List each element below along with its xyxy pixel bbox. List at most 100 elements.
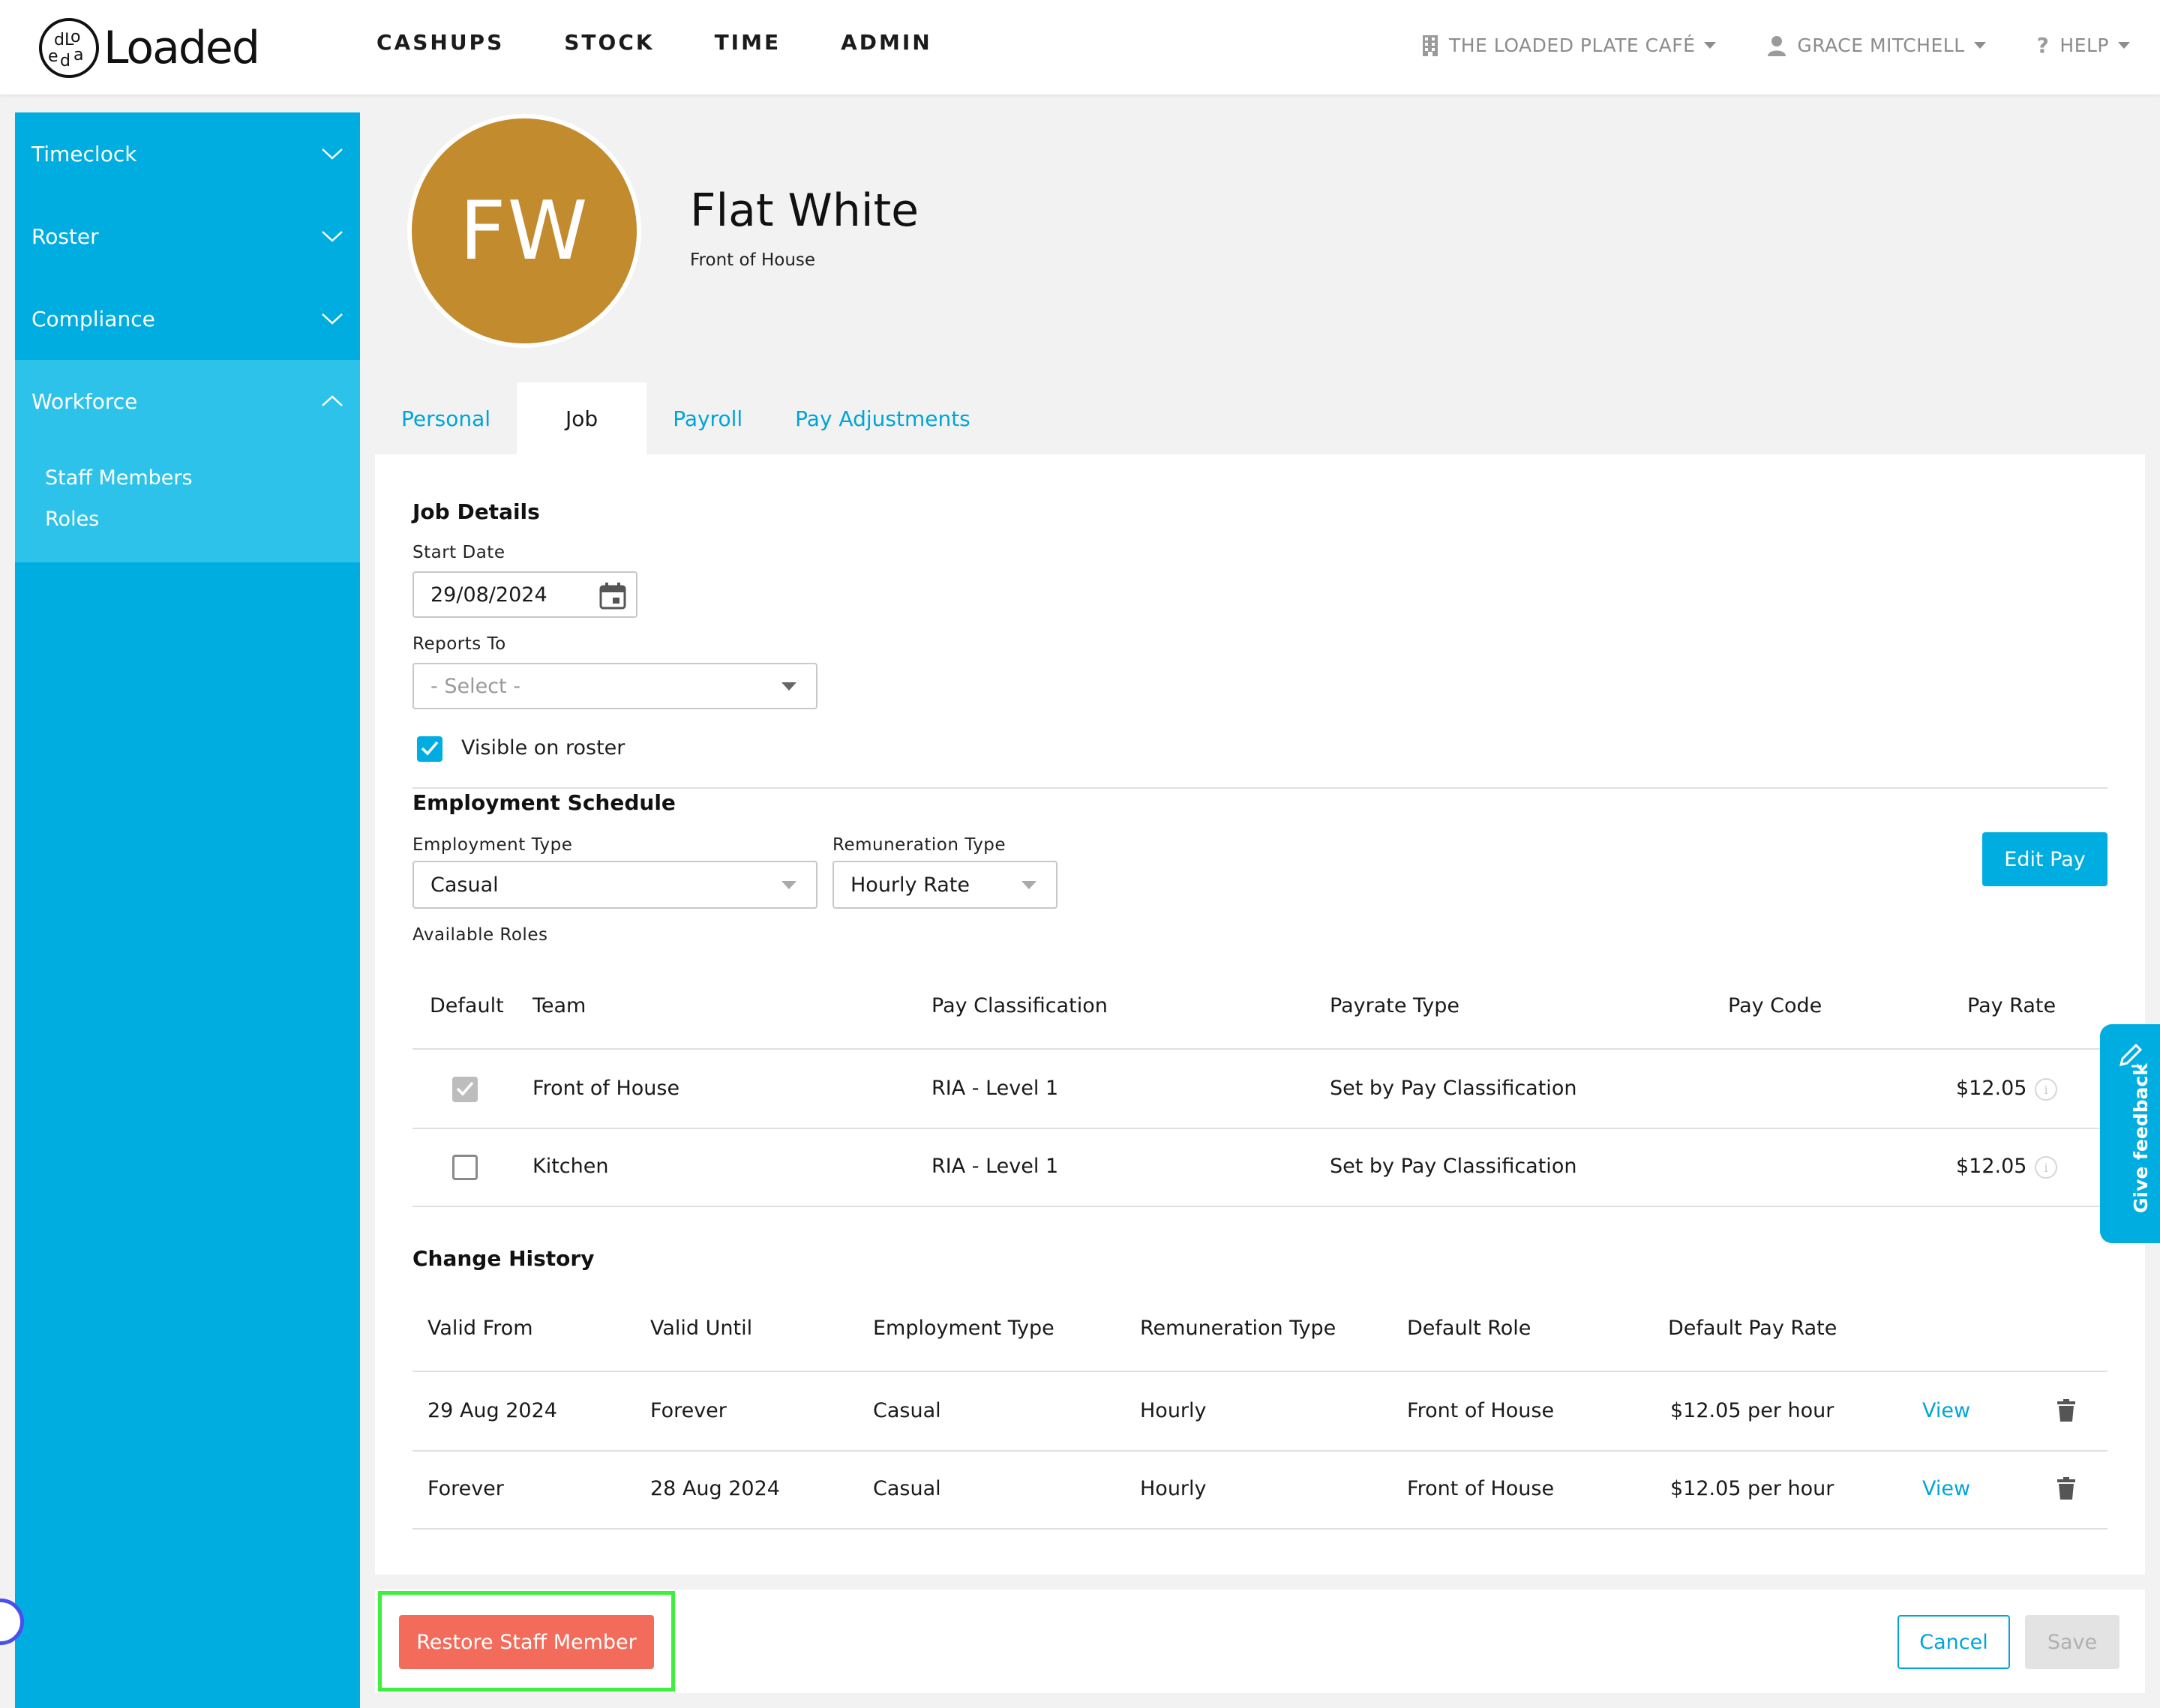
svg-text:a: a: [74, 46, 83, 64]
start-date-field[interactable]: 29/08/2024: [412, 571, 638, 618]
divider: [412, 787, 2108, 789]
job-card: Job Details Start Date 29/08/2024 Report…: [375, 454, 2145, 1575]
remuneration-type-select[interactable]: Hourly Rate: [832, 861, 1058, 909]
reports-to-select[interactable]: - Select -: [412, 663, 818, 709]
start-date-value: 29/08/2024: [430, 583, 548, 607]
top-navigation-bar: dL o e d a Loaded CASHUPS STOCK TIME ADM…: [0, 0, 2160, 94]
col-header-default-role: Default Role: [1407, 1317, 1532, 1340]
loaded-logo-mark-icon: dL o e d a: [39, 18, 99, 78]
staff-name: Flat White: [690, 184, 920, 237]
svg-text:o: o: [70, 28, 80, 46]
role-payrate-type: Set by Pay Classification: [1330, 1155, 1577, 1178]
user-name: GRACE MITCHELL: [1797, 34, 1965, 56]
employment-schedule-heading: Employment Schedule: [412, 790, 676, 815]
venue-dropdown[interactable]: THE LOADED PLATE CAFÉ: [1422, 34, 1717, 57]
visible-on-roster-checkbox[interactable]: [417, 736, 442, 762]
col-header-pay-rate: Pay Rate: [1967, 994, 2056, 1017]
save-button[interactable]: Save: [2025, 1615, 2120, 1669]
sidebar-item-label: Compliance: [32, 306, 155, 331]
nav-cashups[interactable]: CASHUPS: [376, 30, 504, 55]
venue-name: THE LOADED PLATE CAFÉ: [1448, 34, 1696, 56]
col-header-pay-classification: Pay Classification: [932, 994, 1108, 1017]
nav-admin[interactable]: ADMIN: [841, 30, 932, 55]
available-roles-label: Available Roles: [412, 925, 548, 945]
view-link[interactable]: View: [1922, 1477, 1970, 1500]
tab-pay-adjustments[interactable]: Pay Adjustments: [769, 382, 997, 454]
info-icon[interactable]: i: [2035, 1156, 2057, 1179]
employment-type-select[interactable]: Casual: [412, 861, 818, 909]
history-default-pay-rate: $12.05 per hour: [1670, 1399, 1834, 1422]
give-feedback-tab[interactable]: Give feedback: [2100, 1024, 2160, 1243]
trash-icon[interactable]: [2057, 1399, 2075, 1422]
avatar: FW: [407, 114, 641, 348]
sidebar-item-roster[interactable]: Roster: [15, 195, 360, 277]
history-employment-type: Casual: [873, 1399, 941, 1422]
role-team: Front of House: [532, 1077, 680, 1100]
start-date-label: Start Date: [412, 543, 506, 562]
default-role-checkbox[interactable]: [452, 1077, 478, 1102]
help-dropdown[interactable]: ? HELP: [2037, 33, 2130, 58]
caret-down-icon: [1973, 42, 1986, 49]
tab-job[interactable]: Job: [517, 382, 647, 454]
remuneration-type-label: Remuneration Type: [832, 835, 1006, 855]
calendar-icon[interactable]: [598, 582, 627, 610]
staff-team: Front of House: [690, 250, 816, 270]
sidebar: Timeclock Roster Compliance Workforce St…: [15, 112, 360, 1708]
checkmark-icon: [456, 1081, 474, 1096]
role-pay-classification: RIA - Level 1: [932, 1077, 1059, 1100]
info-icon[interactable]: i: [2035, 1078, 2057, 1101]
trash-icon[interactable]: [2057, 1477, 2075, 1500]
chevron-down-icon: [322, 231, 343, 242]
restore-staff-member-button[interactable]: Restore Staff Member: [399, 1615, 654, 1669]
reports-to-label: Reports To: [412, 634, 506, 654]
table-divider: [412, 1528, 2108, 1530]
question-mark-icon: ?: [2036, 33, 2050, 58]
col-header-team: Team: [532, 994, 586, 1017]
col-header-valid-until: Valid Until: [650, 1317, 753, 1340]
sidebar-item-compliance[interactable]: Compliance: [15, 277, 360, 360]
edit-pay-button[interactable]: Edit Pay: [1982, 832, 2108, 886]
table-divider: [412, 1048, 2108, 1050]
history-valid-until: 28 Aug 2024: [650, 1477, 780, 1500]
history-default-role: Front of House: [1407, 1477, 1555, 1500]
chevron-up-icon: [322, 395, 343, 406]
job-details-heading: Job Details: [412, 499, 540, 524]
sidebar-subitem-staff-members[interactable]: Staff Members: [15, 457, 360, 499]
nav-time[interactable]: TIME: [715, 30, 782, 55]
employment-type-label: Employment Type: [412, 835, 573, 855]
view-link[interactable]: View: [1922, 1399, 1970, 1422]
profile-tabs: Personal Job Payroll Pay Adjustments: [375, 382, 997, 454]
tab-personal[interactable]: Personal: [375, 382, 517, 454]
brand-name: Loaded: [104, 22, 260, 74]
workforce-submenu: Staff Members Roles: [15, 442, 360, 562]
cancel-button[interactable]: Cancel: [1898, 1615, 2010, 1669]
change-history-heading: Change History: [412, 1246, 595, 1271]
history-remuneration-type: Hourly: [1140, 1477, 1207, 1500]
history-employment-type: Casual: [873, 1477, 941, 1500]
brand-logo[interactable]: dL o e d a Loaded: [38, 16, 260, 79]
account-nav: THE LOADED PLATE CAFÉ GRACE MITCHELL ? H…: [1371, 33, 2130, 58]
nav-stock[interactable]: STOCK: [564, 30, 654, 55]
col-header-valid-from: Valid From: [428, 1317, 533, 1340]
sidebar-subitem-roles[interactable]: Roles: [15, 499, 360, 540]
sidebar-item-workforce[interactable]: Workforce: [15, 360, 360, 442]
role-pay-rate: $12.05: [1956, 1155, 2027, 1178]
svg-text:d: d: [60, 52, 70, 70]
caret-down-icon: [1022, 881, 1036, 889]
default-role-checkbox[interactable]: [452, 1155, 478, 1180]
table-divider: [412, 1371, 2108, 1372]
history-valid-until: Forever: [650, 1399, 727, 1422]
caret-down-icon: [782, 682, 796, 691]
history-valid-from: 29 Aug 2024: [428, 1399, 557, 1422]
caret-down-icon: [1704, 42, 1717, 49]
sidebar-item-timeclock[interactable]: Timeclock: [15, 112, 360, 195]
svg-text:e: e: [48, 47, 58, 66]
history-default-role: Front of House: [1407, 1399, 1555, 1422]
tab-payroll[interactable]: Payroll: [646, 382, 769, 454]
table-divider: [412, 1206, 2108, 1207]
col-header-employment-type: Employment Type: [873, 1317, 1054, 1340]
main-nav: CASHUPS STOCK TIME ADMIN: [376, 30, 992, 55]
table-divider: [412, 1128, 2108, 1129]
user-dropdown[interactable]: GRACE MITCHELL: [1767, 34, 1986, 56]
checkmark-icon: [421, 741, 439, 756]
